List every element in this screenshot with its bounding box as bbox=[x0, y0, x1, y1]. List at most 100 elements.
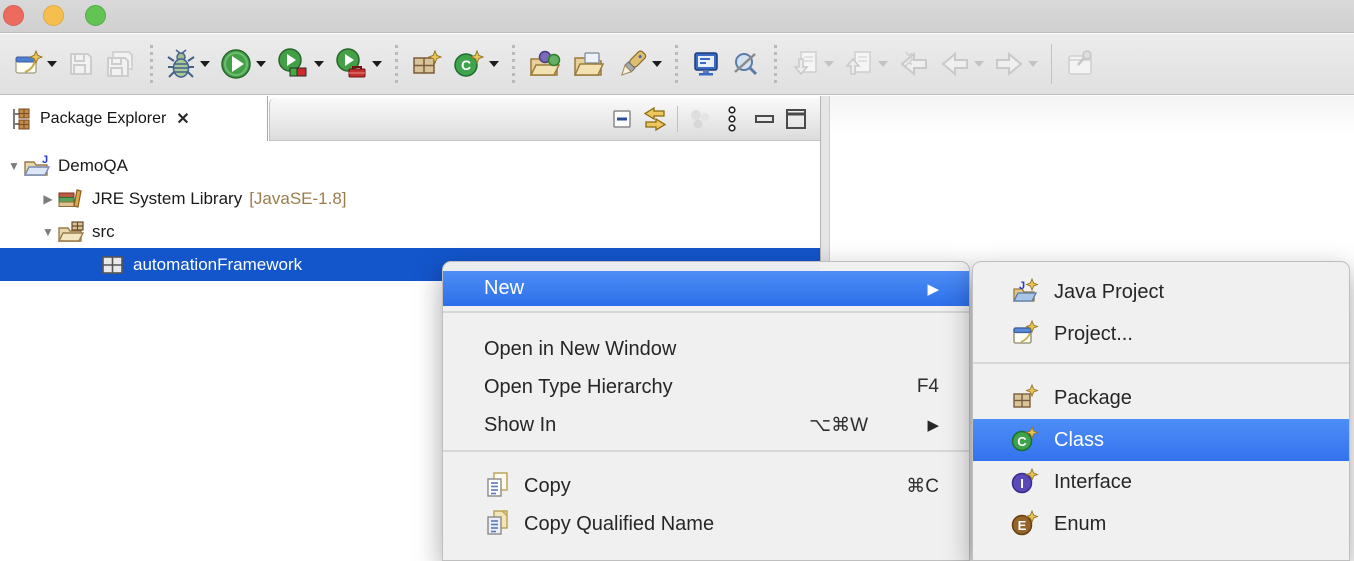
last-edit-location-icon bbox=[734, 53, 758, 76]
source-folder-icon bbox=[57, 220, 85, 244]
tree-item-label: JRE System Library bbox=[92, 188, 243, 208]
open-resource-button[interactable] bbox=[570, 44, 608, 84]
package-explorer-header: Package Explorer ✕ bbox=[0, 96, 820, 141]
expand-arrow-icon[interactable]: ▶ bbox=[39, 192, 57, 206]
menu-item-copy-qualified-name[interactable]: Copy Qualified Name bbox=[443, 505, 969, 543]
last-edit-location-button[interactable] bbox=[729, 44, 763, 84]
minimize-view-button[interactable] bbox=[748, 104, 780, 134]
open-task-icon bbox=[529, 50, 561, 76]
debug-button[interactable] bbox=[164, 44, 212, 84]
new-java-class-dropdown-icon[interactable] bbox=[489, 61, 499, 67]
import-button[interactable] bbox=[788, 44, 836, 84]
view-menu-icon bbox=[728, 106, 736, 132]
new-wizard-button[interactable] bbox=[11, 44, 59, 84]
run-icon bbox=[221, 49, 251, 79]
collapse-all-button[interactable] bbox=[607, 104, 639, 134]
new-class-icon: C bbox=[1011, 426, 1039, 454]
shortcut-label: ⌥⌘W bbox=[809, 414, 868, 436]
back-dropdown-icon bbox=[974, 61, 984, 67]
submenu-item-interface[interactable]: I Interface bbox=[973, 461, 1349, 503]
debug-dropdown-icon[interactable] bbox=[200, 61, 210, 67]
menu-separator bbox=[973, 362, 1349, 364]
close-window-button[interactable] bbox=[3, 5, 24, 26]
new-wizard-dropdown-icon[interactable] bbox=[47, 61, 57, 67]
toolbar-separator bbox=[150, 45, 153, 83]
open-console-button[interactable] bbox=[689, 44, 723, 84]
run-dropdown-icon[interactable] bbox=[256, 61, 266, 67]
forward-dropdown-icon bbox=[1028, 61, 1038, 67]
tree-item-label: src bbox=[92, 221, 115, 241]
menu-item-copy[interactable]: Copy ⌘C bbox=[443, 467, 969, 505]
submenu-item-project[interactable]: Project... bbox=[973, 313, 1349, 355]
run-external-tools-button[interactable] bbox=[332, 44, 384, 84]
pin-editor-button[interactable] bbox=[1063, 44, 1099, 84]
svg-text:E: E bbox=[1018, 518, 1027, 533]
toolbar-separator bbox=[512, 45, 515, 83]
tree-row-jre-system-library[interactable]: ▶ JRE System Library [JavaSE-1.8] bbox=[0, 182, 820, 215]
close-view-icon[interactable]: ✕ bbox=[176, 109, 189, 129]
window-titlebar bbox=[0, 0, 1354, 33]
tree-row-demoqa[interactable]: ▼ J DemoQA bbox=[0, 149, 820, 182]
maximize-view-button[interactable] bbox=[780, 104, 812, 134]
view-menu-button[interactable] bbox=[716, 104, 748, 134]
menu-separator bbox=[443, 450, 969, 452]
link-with-editor-button[interactable] bbox=[639, 104, 671, 134]
menu-item-show-in[interactable]: Show In ⌥⌘W ▶ bbox=[443, 406, 969, 444]
focus-button[interactable] bbox=[684, 104, 716, 134]
import-icon bbox=[793, 51, 817, 76]
new-wizard-icon bbox=[15, 49, 43, 74]
save-all-button[interactable] bbox=[103, 44, 139, 84]
open-task-button[interactable] bbox=[526, 44, 564, 84]
highlight-dropdown-icon[interactable] bbox=[652, 61, 662, 67]
minimize-view-icon bbox=[755, 115, 774, 123]
new-interface-icon: I bbox=[1011, 468, 1039, 496]
submenu-item-package[interactable]: Package bbox=[973, 377, 1349, 419]
new-java-class-button[interactable]: C bbox=[451, 44, 501, 84]
new-java-class-icon: C bbox=[454, 49, 485, 77]
save-icon bbox=[70, 53, 92, 75]
menu-separator bbox=[443, 311, 969, 313]
highlight-button[interactable] bbox=[614, 44, 664, 84]
menu-item-new[interactable]: New ▶ bbox=[443, 271, 969, 306]
tab-package-explorer[interactable]: Package Explorer ✕ bbox=[0, 96, 268, 141]
submenu-item-java-project[interactable]: J Java Project bbox=[973, 271, 1349, 313]
submenu-item-class[interactable]: C Class bbox=[973, 419, 1349, 461]
collapse-arrow-icon[interactable]: ▼ bbox=[39, 225, 57, 239]
menu-item-open-in-new-window[interactable]: Open in New Window bbox=[443, 330, 969, 368]
save-button[interactable] bbox=[65, 44, 97, 84]
forward-button[interactable] bbox=[992, 44, 1040, 84]
tree-item-qualifier: [JavaSE-1.8] bbox=[249, 188, 347, 208]
collapse-arrow-icon[interactable]: ▼ bbox=[5, 159, 23, 173]
new-java-package-button[interactable] bbox=[409, 44, 445, 84]
new-java-package-icon bbox=[413, 49, 443, 74]
focus-icon bbox=[691, 110, 709, 129]
run-button[interactable] bbox=[218, 44, 268, 84]
collapse-all-icon bbox=[613, 110, 631, 128]
toolbar-separator bbox=[395, 45, 398, 83]
highlight-icon bbox=[620, 50, 647, 76]
submenu-arrow-icon: ▶ bbox=[927, 280, 939, 298]
tree-row-src[interactable]: ▼ src bbox=[0, 215, 820, 248]
view-toolbar bbox=[607, 102, 812, 136]
new-java-project-icon: J bbox=[1011, 278, 1039, 306]
minimize-window-button[interactable] bbox=[43, 5, 64, 26]
run-external-tools-icon bbox=[336, 48, 366, 78]
zoom-window-button[interactable] bbox=[85, 5, 106, 26]
coverage-dropdown-icon[interactable] bbox=[314, 61, 324, 67]
jre-library-icon bbox=[57, 187, 85, 211]
export-dropdown-icon bbox=[878, 61, 888, 67]
menu-item-open-type-hierarchy[interactable]: Open Type Hierarchy F4 bbox=[443, 368, 969, 406]
previous-annotation-button[interactable] bbox=[896, 44, 932, 84]
run-external-tools-dropdown-icon[interactable] bbox=[372, 61, 382, 67]
import-dropdown-icon bbox=[824, 61, 834, 67]
svg-text:J: J bbox=[42, 154, 48, 166]
view-toolbar-separator bbox=[677, 106, 678, 132]
forward-icon bbox=[996, 51, 1023, 77]
back-button[interactable] bbox=[938, 44, 986, 84]
coverage-button[interactable] bbox=[274, 44, 326, 84]
export-button[interactable] bbox=[842, 44, 890, 84]
submenu-item-enum[interactable]: E Enum bbox=[973, 503, 1349, 545]
shortcut-label: F4 bbox=[916, 376, 939, 397]
toolbar-separator bbox=[1051, 44, 1052, 84]
copy-qualified-name-icon bbox=[484, 509, 514, 539]
